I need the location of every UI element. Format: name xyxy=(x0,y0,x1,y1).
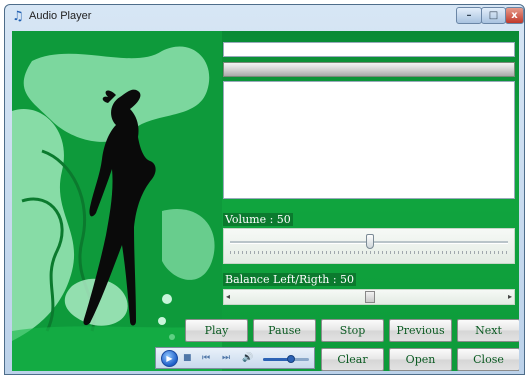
close-window-button[interactable]: x xyxy=(505,7,524,24)
pause-button[interactable]: Pause xyxy=(253,319,316,342)
track-title-field xyxy=(223,42,515,57)
volume-label: Volume : 50 xyxy=(223,213,293,226)
next-icon[interactable]: ⏭ xyxy=(222,351,230,365)
player-client-area: Volume : 50 Balance Left/Rigth : 50 ◂ ▸ … xyxy=(12,31,519,371)
play-button[interactable]: Play xyxy=(185,319,248,342)
window-title: Audio Player xyxy=(29,10,92,22)
scroll-left-icon[interactable]: ◂ xyxy=(226,290,230,304)
balance-scrollbar[interactable]: ◂ ▸ xyxy=(223,289,515,305)
minimize-icon: – xyxy=(466,10,472,21)
previous-button[interactable]: Previous xyxy=(389,319,452,342)
volume-slider[interactable] xyxy=(223,228,515,264)
progress-bar[interactable] xyxy=(223,62,515,77)
balance-label: Balance Left/Rigth : 50 xyxy=(223,273,357,286)
music-note-icon: ♫ xyxy=(12,9,24,24)
mini-volume-thumb[interactable] xyxy=(286,355,295,363)
volume-slider-ticks xyxy=(230,251,508,254)
volume-slider-thumb[interactable] xyxy=(366,234,374,249)
clear-button[interactable]: Clear xyxy=(321,348,384,371)
balance-scrollbar-thumb[interactable] xyxy=(365,291,375,303)
maximize-icon: □ xyxy=(488,10,499,21)
scroll-right-icon[interactable]: ▸ xyxy=(508,290,512,304)
open-button[interactable]: Open xyxy=(389,348,452,371)
title-bar[interactable]: ♫ Audio Player – □ x xyxy=(5,5,524,29)
audio-player-window: ♫ Audio Player – □ x Volume : 50 Balance… xyxy=(4,4,525,375)
previous-icon[interactable]: ⏮ xyxy=(202,351,210,365)
stop-icon[interactable]: ■ xyxy=(183,351,192,365)
maximize-button[interactable]: □ xyxy=(481,7,506,24)
next-button[interactable]: Next xyxy=(457,319,519,342)
close-button[interactable]: Close xyxy=(457,348,519,371)
close-icon: x xyxy=(511,10,518,21)
playlist[interactable] xyxy=(223,81,515,199)
minimize-button[interactable]: – xyxy=(456,7,482,24)
embedded-media-player[interactable]: ▶ ■ ⏮ ⏭ 🔊 xyxy=(155,347,315,369)
stop-button[interactable]: Stop xyxy=(321,319,384,342)
mini-volume-slider[interactable] xyxy=(263,355,309,363)
play-icon[interactable]: ▶ xyxy=(161,350,178,367)
speaker-icon[interactable]: 🔊 xyxy=(242,351,253,365)
